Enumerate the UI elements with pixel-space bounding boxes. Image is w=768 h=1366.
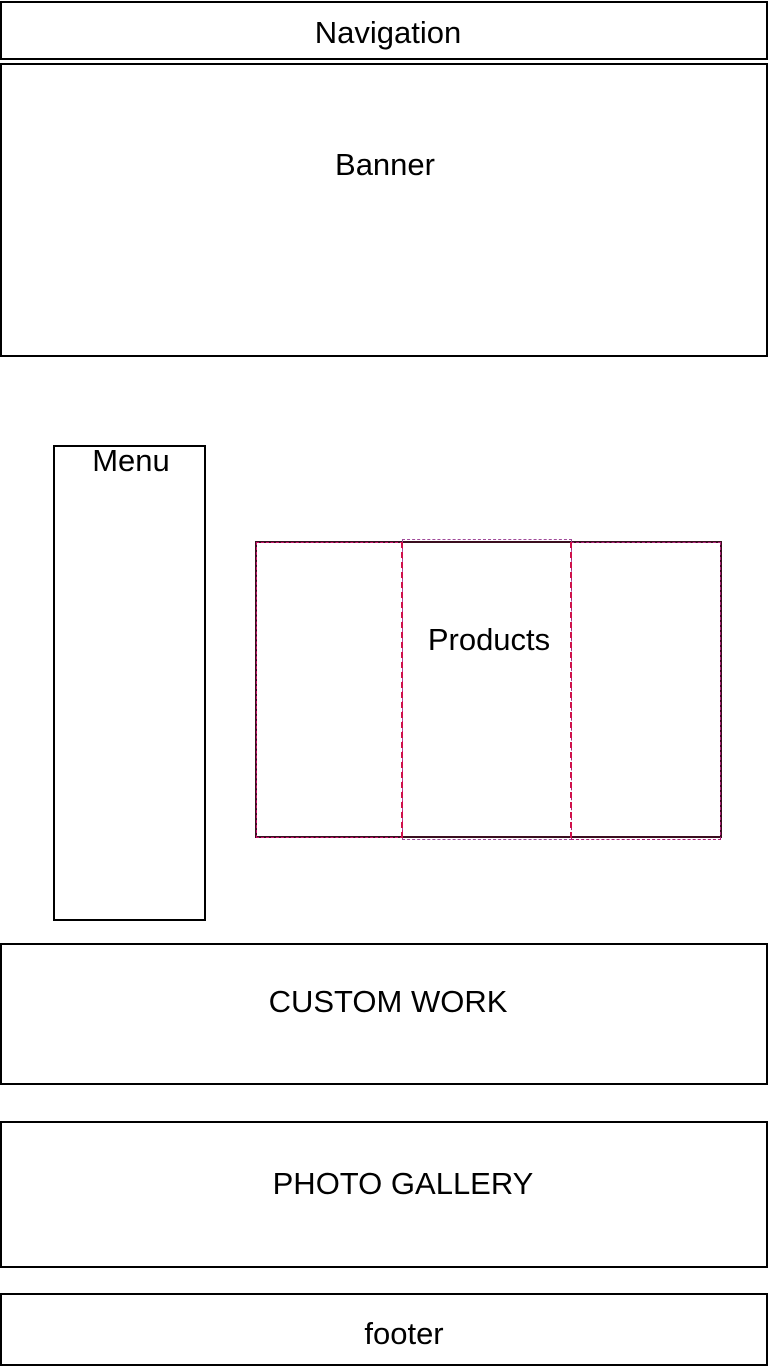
menu-label: Menu <box>92 443 170 478</box>
menu-box: Menu <box>53 445 206 921</box>
products-column-left <box>256 542 403 838</box>
products-divider-left <box>401 542 403 838</box>
footer-box: footer <box>0 1293 768 1366</box>
products-label: Products <box>427 622 551 657</box>
custom-work-box: CUSTOM WORK <box>0 943 768 1085</box>
photo-gallery-box: PHOTO GALLERY <box>0 1121 768 1268</box>
custom-work-label: CUSTOM WORK <box>268 984 508 1019</box>
footer-label: footer <box>364 1316 444 1351</box>
photo-gallery-label: PHOTO GALLERY <box>272 1166 534 1201</box>
products-column-right <box>571 542 721 840</box>
navigation-box: Navigation <box>0 1 768 60</box>
products-divider-right <box>570 542 572 838</box>
banner-box: Banner <box>0 63 768 357</box>
banner-label: Banner <box>335 147 435 182</box>
navigation-label: Navigation <box>314 15 462 50</box>
products-column-middle <box>402 539 572 840</box>
